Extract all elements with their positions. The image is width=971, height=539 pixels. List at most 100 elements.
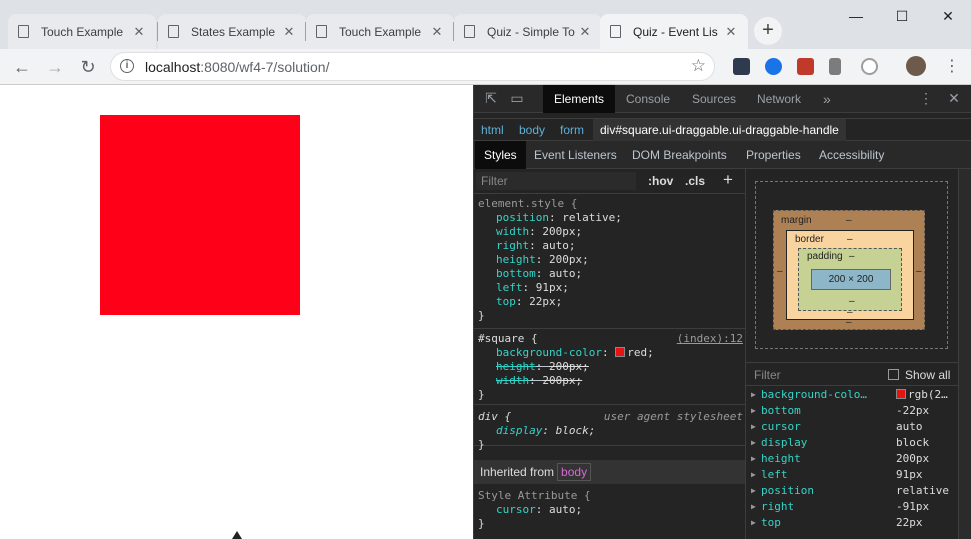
prop-value: block; [555, 424, 596, 437]
computed-row[interactable]: ▶ top 22px [746, 515, 958, 531]
computed-row[interactable]: ▶ position relative [746, 483, 958, 499]
address-bar[interactable]: i localhost:8080/wf4-7/solution/ ☆ [110, 52, 715, 81]
breadcrumb-selected[interactable]: div#square.ui-draggable.ui-draggable-han… [593, 119, 846, 141]
minimize-button[interactable]: — [833, 0, 879, 32]
more-tabs-icon[interactable]: » [812, 85, 842, 113]
expand-triangle-icon[interactable]: ▶ [751, 403, 756, 419]
computed-row[interactable]: ▶ left 91px [746, 467, 958, 483]
style-prop[interactable]: position: relative; [474, 211, 745, 225]
expand-triangle-icon[interactable]: ▶ [751, 499, 756, 515]
tab-quiz-simple[interactable]: Quiz - Simple To ✕ [454, 14, 602, 49]
style-prop-overridden[interactable]: width: 200px; [474, 374, 745, 388]
breadcrumb-html[interactable]: html [481, 119, 504, 141]
close-icon[interactable]: ✕ [132, 24, 146, 40]
computed-row[interactable]: ▶ display block [746, 435, 958, 451]
tab-network[interactable]: Network [746, 85, 812, 113]
info-icon[interactable]: i [120, 59, 134, 73]
style-prop[interactable]: left: 91px; [474, 281, 745, 295]
close-icon[interactable]: ✕ [282, 24, 296, 40]
style-prop[interactable]: right: auto; [474, 239, 745, 253]
tab-touch-example-1[interactable]: Touch Example ✕ [8, 14, 156, 49]
computed-row[interactable]: ▶ height 200px [746, 451, 958, 467]
style-prop: display: block; [474, 424, 745, 438]
tab-sources[interactable]: Sources [681, 85, 747, 113]
style-prop[interactable]: height: 200px; [474, 253, 745, 267]
style-prop-overridden[interactable]: height: 200px; [474, 360, 745, 374]
box-padding[interactable]: padding – – 200 × 200 [798, 248, 902, 311]
computed-name: right [761, 500, 795, 513]
draggable-square[interactable] [100, 115, 300, 315]
devtools-menu-icon[interactable]: ⋮ [918, 90, 934, 106]
expand-triangle-icon[interactable]: ▶ [751, 451, 756, 467]
menu-kebab-icon[interactable]: ⋮ [940, 55, 964, 79]
hov-toggle[interactable]: :hov [648, 174, 673, 188]
style-prop[interactable]: bottom: auto; [474, 267, 745, 281]
expand-triangle-icon[interactable]: ▶ [751, 419, 756, 435]
expand-triangle-icon[interactable]: ▶ [751, 483, 756, 499]
bookmark-star-icon[interactable]: ☆ [691, 56, 706, 76]
rule-source-link[interactable]: (index):12 [677, 332, 743, 346]
reload-icon[interactable]: ↻ [76, 55, 100, 79]
breadcrumb-body[interactable]: body [519, 119, 545, 141]
extension-icon[interactable] [765, 58, 782, 75]
computed-row[interactable]: ▶ bottom -22px [746, 403, 958, 419]
computed-row[interactable]: ▶ right -91px [746, 499, 958, 515]
computed-value: -22px [896, 404, 930, 417]
cls-toggle[interactable]: .cls [685, 174, 705, 188]
inspect-element-icon[interactable]: ⇱ [483, 90, 499, 106]
expand-triangle-icon[interactable]: ▶ [751, 435, 756, 451]
avatar[interactable] [906, 56, 926, 76]
close-icon[interactable]: ✕ [578, 24, 592, 40]
tab-console[interactable]: Console [615, 85, 681, 113]
maximize-button[interactable]: ☐ [879, 0, 925, 32]
computed-row[interactable]: ▶ background-colo… rgb(2… [746, 387, 958, 403]
back-arrow-icon[interactable]: ← [10, 55, 34, 79]
computed-row[interactable]: ▶ cursor auto [746, 419, 958, 435]
style-prop[interactable]: cursor: auto; [474, 503, 745, 517]
colon: : [515, 295, 530, 308]
show-all-checkbox[interactable] [888, 369, 899, 380]
style-prop[interactable]: width: 200px; [474, 225, 745, 239]
breadcrumb-form[interactable]: form [560, 119, 584, 141]
ublock-icon[interactable] [797, 58, 814, 75]
prop-value: 200px; [549, 253, 589, 266]
tab-touch-example-2[interactable]: Touch Example ✕ [306, 14, 454, 49]
computed-filter-input[interactable]: Filter [754, 368, 781, 382]
extension-icon[interactable] [829, 58, 841, 75]
tab-event-listeners[interactable]: Event Listeners [525, 141, 626, 169]
extension-icon[interactable] [733, 58, 750, 75]
color-swatch[interactable] [615, 347, 626, 357]
close-icon[interactable]: ✕ [724, 24, 738, 40]
tab-accessibility[interactable]: Accessibility [810, 141, 893, 169]
prop-name: position [496, 211, 549, 224]
tab-elements[interactable]: Elements [543, 85, 616, 113]
close-icon[interactable]: ✕ [430, 24, 444, 40]
extension-icon[interactable] [861, 58, 878, 75]
computed-scrollbar[interactable] [958, 169, 971, 539]
tab-states-example[interactable]: States Example ✕ [158, 14, 306, 49]
box-border[interactable]: border – – padding – – 200 × 200 [786, 230, 914, 320]
tab-dom-breakpoints[interactable]: DOM Breakpoints [623, 141, 736, 169]
tab-quiz-event-listeners[interactable]: Quiz - Event Lis ✕ [600, 14, 748, 49]
expand-triangle-icon[interactable]: ▶ [751, 515, 756, 531]
selector-text: #square { [478, 332, 538, 345]
box-margin[interactable]: margin – – – – border – – padding – – 20… [773, 210, 925, 330]
inherited-body-link[interactable]: body [557, 463, 592, 481]
computed-value: -91px [896, 500, 930, 513]
device-toolbar-icon[interactable]: ▭ [509, 90, 525, 106]
forward-arrow-icon[interactable]: → [43, 55, 67, 79]
computed-filter-bar: Filter Show all [746, 362, 971, 386]
tab-styles[interactable]: Styles [475, 141, 526, 169]
window-close-button[interactable]: ✕ [925, 0, 971, 32]
expand-triangle-icon[interactable]: ▶ [751, 387, 756, 403]
style-prop[interactable]: background-color: red; [474, 346, 745, 360]
expand-triangle-icon[interactable]: ▶ [751, 467, 756, 483]
box-content[interactable]: 200 × 200 [811, 269, 891, 290]
computed-value-text: rgb(2… [908, 388, 948, 401]
new-rule-button[interactable]: + [723, 170, 733, 190]
devtools-close-icon[interactable]: ✕ [946, 90, 962, 106]
tab-properties[interactable]: Properties [737, 141, 810, 169]
styles-filter-input[interactable]: Filter [476, 172, 636, 190]
new-tab-button[interactable]: + [754, 17, 782, 45]
style-prop[interactable]: top: 22px; [474, 295, 745, 309]
